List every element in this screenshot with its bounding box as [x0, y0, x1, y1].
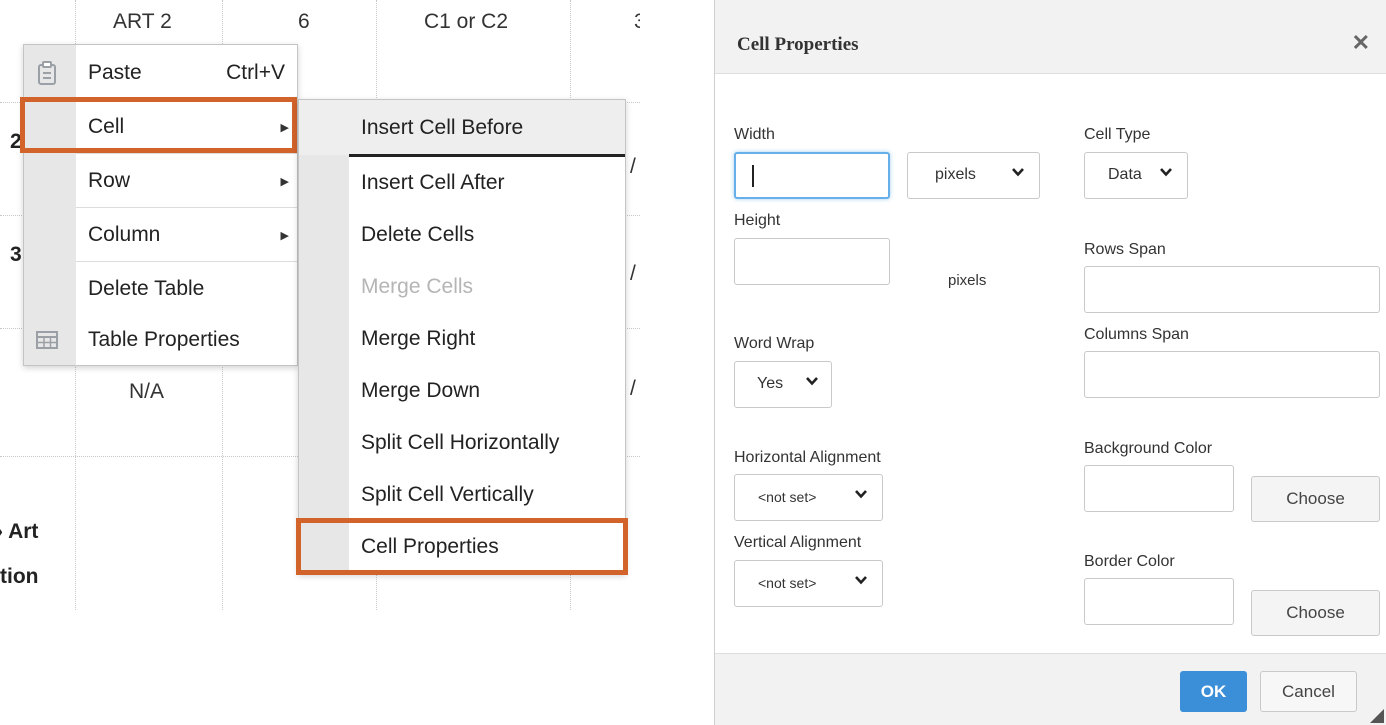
height-input[interactable] [734, 238, 890, 285]
chevron-down-icon [855, 576, 867, 585]
submenu-arrow-icon: ▶ [280, 175, 289, 188]
menu-item-label: Table Properties [88, 328, 240, 351]
border-color-choose-button[interactable]: Choose [1251, 590, 1380, 636]
cancel-button[interactable]: Cancel [1260, 671, 1357, 712]
dialog-title: Cell Properties [737, 34, 859, 55]
cell-type-label: Cell Type [1084, 126, 1151, 143]
menu-item-label: Merge Right [361, 327, 476, 350]
menu-item-label: Merge Down [361, 379, 481, 402]
horizontal-alignment-select[interactable]: <not set> [734, 474, 883, 521]
menu-item-label: Insert Cell After [361, 171, 505, 194]
menu-item-label: Cell [88, 115, 125, 138]
width-label: Width [734, 126, 775, 143]
menu-item-label: Paste [88, 61, 142, 84]
width-input[interactable] [734, 152, 890, 199]
menu-item-merge-down[interactable]: Merge Down [299, 365, 625, 417]
chevron-down-icon [855, 490, 867, 499]
menu-item-row[interactable]: Row ▶ [24, 155, 297, 207]
text-caret [752, 165, 754, 187]
rows-span-input[interactable] [1084, 266, 1380, 313]
menu-item-merge-cells: Merge Cells [299, 261, 625, 313]
menu-item-label: Merge Cells [361, 275, 474, 298]
cell-submenu: Insert Cell Before Insert Cell After Del… [298, 99, 626, 574]
table-header-cell: ART 2 [113, 10, 172, 33]
table-header-cell: 3 [634, 10, 640, 33]
vertical-alignment-label: Vertical Alignment [734, 534, 862, 551]
close-icon[interactable]: ✕ [1352, 30, 1370, 56]
vertical-alignment-select[interactable]: <not set> [734, 560, 883, 607]
menu-item-label: Row [88, 169, 131, 192]
chevron-down-icon [806, 377, 818, 386]
menu-item-label: Column [88, 223, 161, 246]
menu-item-split-cell-vertically[interactable]: Split Cell Vertically [299, 469, 625, 521]
resize-handle-icon[interactable] [1370, 709, 1384, 723]
bold-cell-text: tion [0, 565, 39, 588]
menu-separator [76, 153, 297, 154]
table-cell-partial: / [630, 377, 636, 400]
menu-item-merge-right[interactable]: Merge Right [299, 313, 625, 365]
height-label: Height [734, 212, 781, 229]
menu-separator [76, 207, 297, 208]
cell-type-value: Data [1108, 166, 1142, 183]
cell-properties-dialog: Cell Properties ✕ Width pixels Height pi… [714, 0, 1386, 725]
cell-type-select[interactable]: Data [1084, 152, 1188, 199]
menu-item-split-cell-horizontally[interactable]: Split Cell Horizontally [299, 417, 625, 469]
chevron-down-icon [1160, 168, 1172, 177]
row-number: 3 [10, 243, 22, 266]
context-menu: Paste Ctrl+V Cell ▶ Row ▶ Column ▶ Delet… [23, 44, 298, 366]
menu-item-label: Split Cell Vertically [361, 483, 534, 506]
menu-item-label: Delete Table [88, 277, 205, 300]
word-wrap-select[interactable]: Yes [734, 361, 832, 408]
columns-span-input[interactable] [1084, 351, 1380, 398]
table-header-cell: 6 [298, 10, 310, 33]
menu-item-cell[interactable]: Cell ▶ [24, 101, 297, 153]
menu-item-column[interactable]: Column ▶ [24, 209, 297, 261]
bold-cell-text: › Art [0, 520, 39, 543]
width-unit-value: pixels [935, 166, 976, 183]
border-color-label: Border Color [1084, 553, 1175, 570]
submenu-arrow-icon: ▶ [280, 121, 289, 134]
height-unit-label: pixels [948, 272, 987, 289]
background-color-input[interactable] [1084, 465, 1234, 512]
row-number: 2 [10, 130, 22, 153]
menu-item-paste[interactable]: Paste Ctrl+V [24, 49, 297, 97]
menu-separator [76, 261, 297, 262]
menu-item-delete-cells[interactable]: Delete Cells [299, 209, 625, 261]
table-icon [34, 327, 60, 353]
dialog-footer: OK Cancel [715, 653, 1386, 725]
submenu-arrow-icon: ▶ [280, 229, 289, 242]
chevron-down-icon [1012, 168, 1024, 177]
word-wrap-value: Yes [757, 375, 784, 392]
clipboard-icon [34, 60, 60, 86]
menu-item-label: Cell Properties [361, 535, 499, 558]
horizontal-alignment-label: Horizontal Alignment [734, 449, 881, 466]
table-header-cell: C1 or C2 [424, 10, 509, 33]
width-unit-select[interactable]: pixels [907, 152, 1040, 199]
menu-item-cell-properties[interactable]: Cell Properties [299, 521, 625, 573]
ok-button[interactable]: OK [1180, 671, 1247, 712]
menu-item-delete-table[interactable]: Delete Table [24, 263, 297, 315]
dialog-header: Cell Properties ✕ [715, 0, 1386, 74]
menu-item-insert-cell-after[interactable]: Insert Cell After [299, 157, 625, 209]
menu-item-table-properties[interactable]: Table Properties [24, 315, 297, 365]
menu-item-insert-cell-before[interactable]: Insert Cell Before [299, 100, 625, 155]
background-color-choose-button[interactable]: Choose [1251, 476, 1380, 522]
vertical-alignment-value: <not set> [758, 575, 817, 591]
menu-item-label: Insert Cell Before [361, 115, 524, 139]
menu-shortcut: Ctrl+V [226, 61, 285, 84]
table-cell-partial: / [630, 155, 636, 178]
table-cell: N/A [129, 380, 165, 403]
columns-span-label: Columns Span [1084, 326, 1189, 343]
rows-span-label: Rows Span [1084, 241, 1166, 258]
menu-item-label: Delete Cells [361, 223, 475, 246]
border-color-input[interactable] [1084, 578, 1234, 625]
horizontal-alignment-value: <not set> [758, 489, 817, 505]
word-wrap-label: Word Wrap [734, 335, 815, 352]
menu-item-label: Split Cell Horizontally [361, 431, 560, 454]
background-color-label: Background Color [1084, 440, 1213, 457]
table-cell-partial: / [630, 262, 636, 285]
